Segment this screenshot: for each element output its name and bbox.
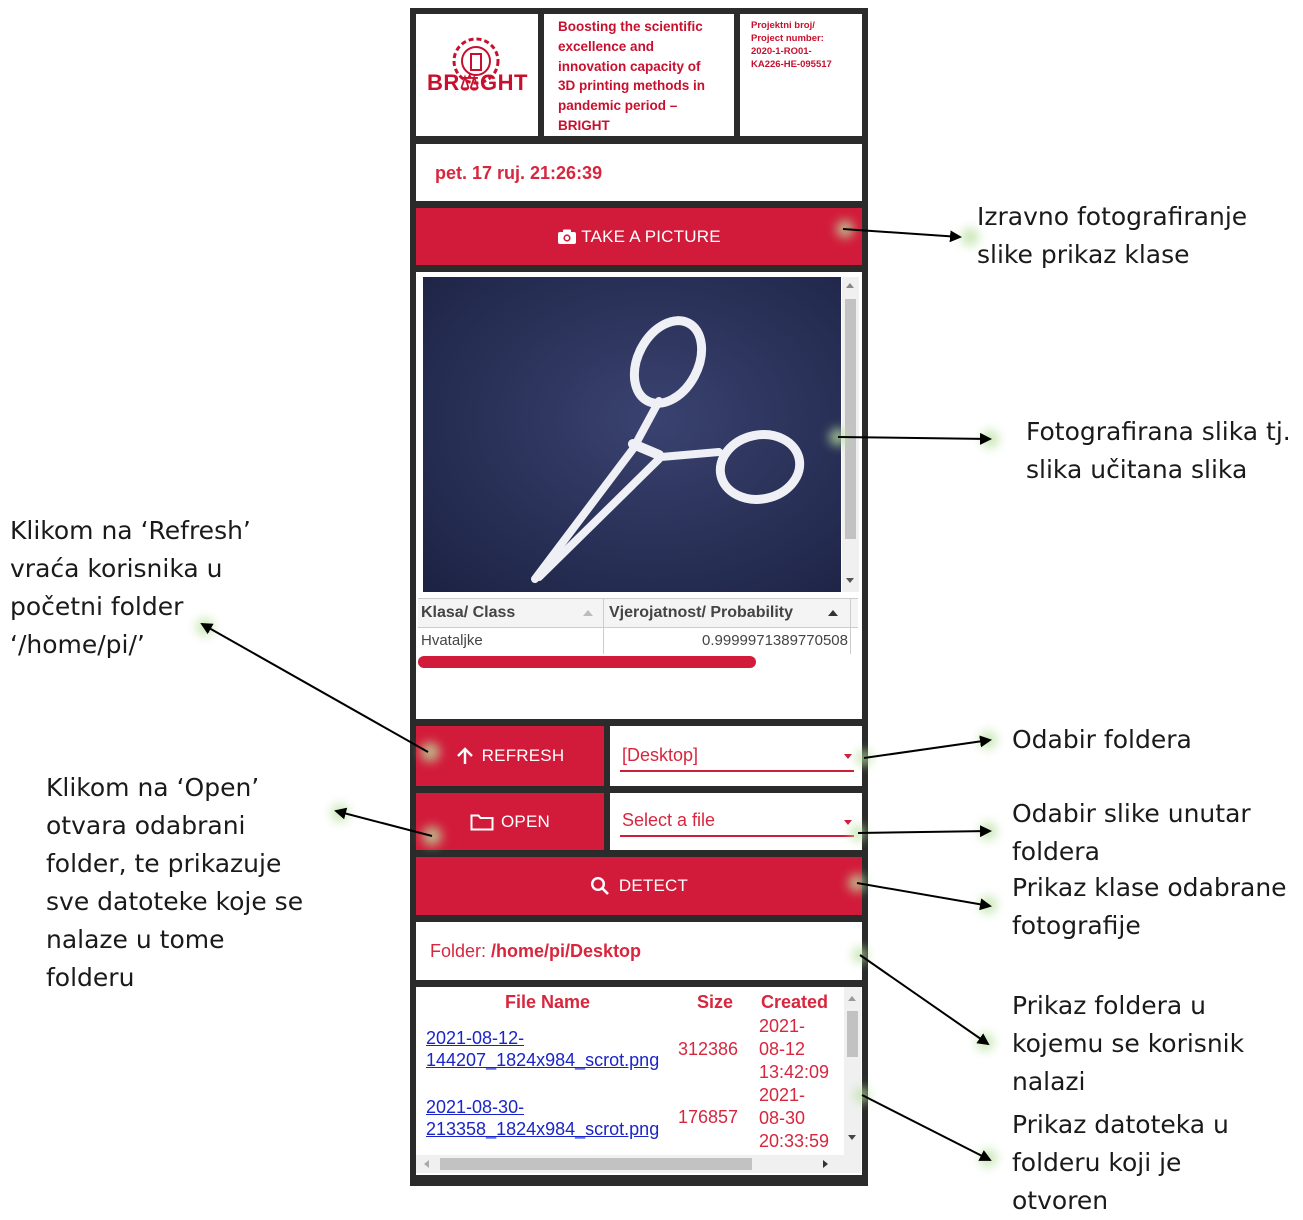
results-table-header: Klasa/ Class Vjerojatnost/ Probability: [418, 598, 858, 628]
folder-icon: [470, 814, 494, 830]
file-col-header-created[interactable]: Created: [761, 992, 828, 1013]
file-list-horizontal-scrollbar[interactable]: [416, 1155, 861, 1173]
arrow-file-select: [857, 825, 992, 838]
annotation-folder-select: Odabir foldera: [1012, 725, 1192, 754]
file-created: 20:33:59: [759, 1131, 830, 1151]
folder-path-label: Folder:: [430, 941, 492, 961]
folder-select-value: [Desktop]: [622, 745, 699, 765]
arrow-detect: [856, 882, 992, 911]
file-row[interactable]: 2021-08-30- 213358_1824x984_scrot.png 17…: [416, 1084, 844, 1154]
project-title-box: Boosting the scientific excellence and i…: [544, 14, 734, 136]
project-title-line: excellence and: [558, 38, 655, 54]
file-created: 2021-: [759, 1016, 806, 1036]
detect-label: DETECT: [618, 876, 689, 895]
project-title-line: 3D printing methods in: [558, 78, 705, 94]
scroll-down-arrow-icon[interactable]: [848, 1135, 856, 1140]
results-table-row: Hvataljke 0.9999971389770508: [418, 628, 858, 654]
annotation-folder-path: Prikaz foldera u kojemu se korisnik nala…: [1012, 991, 1245, 1096]
folder-path-value: /home/pi/Desktop: [491, 941, 642, 961]
file-list-scroll-thumb[interactable]: [847, 1011, 858, 1057]
project-number-box: Projektni broj/ Project number: 2020-1-R…: [740, 14, 862, 136]
open-button[interactable]: OPEN: [416, 793, 604, 850]
chevron-down-icon: [844, 820, 852, 825]
scroll-up-arrow-icon[interactable]: [848, 996, 856, 1001]
file-created: 2021-: [759, 1085, 806, 1105]
annotation-image: Fotografirana slika tj. slika učitana sl…: [1026, 417, 1291, 484]
file-list-vertical-scrollbar[interactable]: [844, 987, 861, 1155]
file-col-header-size[interactable]: Size: [697, 992, 733, 1013]
sort-arrow-icon: [828, 610, 838, 616]
captured-image: [423, 277, 841, 592]
annotation-detect: Prikaz klase odabrane fotografije: [1012, 873, 1287, 940]
annotation-file-list: Prikaz datoteka u folderu koji je otvore…: [1012, 1110, 1229, 1215]
annotation-take-picture: Izravno fotografiranje slike prikaz klas…: [977, 202, 1248, 269]
search-icon: [590, 876, 609, 895]
scroll-down-arrow-icon[interactable]: [846, 578, 854, 583]
datetime-text: pet. 17 ruj. 21:26:39: [435, 163, 603, 183]
refresh-label: REFRESH: [481, 746, 565, 765]
arrow-up-icon: [456, 747, 473, 764]
file-created: 08-12: [759, 1039, 806, 1059]
image-scroll-thumb[interactable]: [845, 299, 856, 539]
file-row[interactable]: 2021-08-12- 144207_1824x984_scrot.png 31…: [416, 1015, 844, 1083]
image-results-box: Klasa/ Class Vjerojatnost/ Probability H…: [416, 272, 862, 719]
open-label: OPEN: [501, 811, 550, 831]
project-title-line: Boosting the scientific: [558, 19, 703, 34]
column-header-probability[interactable]: Vjerojatnost/ Probability: [604, 599, 851, 627]
camera-icon: [558, 229, 577, 244]
file-size: 312386: [678, 1039, 739, 1059]
sort-arrow-icon: [583, 610, 593, 616]
file-list-hscroll-thumb[interactable]: [440, 1158, 752, 1170]
chevron-down-icon: [844, 754, 852, 759]
project-number-line: 2020-1-RO01-: [751, 46, 812, 57]
folder-path-box: Folder: /home/pi/Desktop: [416, 922, 862, 980]
project-title-line: BRIGHT: [558, 117, 610, 133]
file-size: 176857: [678, 1107, 739, 1127]
annotation-open: Klikom na ‘Open’ otvara odabrani folder,…: [46, 773, 304, 992]
file-col-header-name[interactable]: File Name: [505, 992, 590, 1013]
scroll-right-arrow-icon[interactable]: [823, 1160, 828, 1168]
datetime-box: pet. 17 ruj. 21:26:39: [416, 144, 862, 201]
file-link[interactable]: 2021-08-30-: [426, 1096, 659, 1118]
logo-text: BR⚖GHT: [427, 70, 528, 95]
arrow-folder-path: [859, 954, 990, 1046]
result-probability: 0.9999971389770508: [702, 632, 848, 649]
project-number-line: KA226-HE-095517: [751, 59, 832, 70]
project-title-line: innovation capacity of: [558, 58, 701, 74]
annotation-refresh: Klikom na ‘Refresh’ vraća korisnika u po…: [10, 516, 251, 659]
scroll-left-arrow-icon[interactable]: [424, 1160, 429, 1168]
file-link[interactable]: 2021-08-12-: [426, 1027, 659, 1049]
folder-select[interactable]: [Desktop]: [610, 726, 862, 786]
take-picture-label: TAKE A PICTURE: [581, 226, 721, 246]
results-horizontal-scrollbar[interactable]: [418, 656, 756, 668]
arrow-file-list: [861, 1094, 992, 1161]
project-number-line: Project number:: [751, 33, 824, 44]
file-select[interactable]: Select a file: [610, 793, 862, 850]
take-picture-button[interactable]: TAKE A PICTURE: [416, 208, 862, 265]
project-number-line: Projektni broj/: [751, 20, 815, 31]
logo-box: BR⚖GHT: [416, 14, 538, 136]
file-list-box: File Name Size Created 2021-08-12- 14420…: [416, 987, 862, 1175]
file-table: File Name Size Created 2021-08-12- 14420…: [416, 987, 844, 1155]
file-select-placeholder: Select a file: [622, 810, 716, 830]
column-header-class[interactable]: Klasa/ Class: [418, 599, 604, 627]
project-title-line: pandemic period –: [558, 98, 678, 114]
annotation-file-select: Odabir slike unutar foldera: [1012, 799, 1251, 866]
refresh-button[interactable]: REFRESH: [416, 726, 604, 786]
file-created: 13:42:09: [759, 1062, 830, 1082]
detect-button[interactable]: DETECT: [416, 857, 862, 915]
file-created: 08-30: [759, 1108, 806, 1128]
arrow-folder-select: [863, 735, 992, 759]
result-class: Hvataljke: [421, 632, 483, 649]
file-link[interactable]: 213358_1824x984_scrot.png: [426, 1118, 659, 1140]
file-link[interactable]: 144207_1824x984_scrot.png: [426, 1049, 659, 1071]
image-scrollbar[interactable]: [842, 277, 859, 592]
scroll-up-arrow-icon[interactable]: [846, 283, 854, 288]
